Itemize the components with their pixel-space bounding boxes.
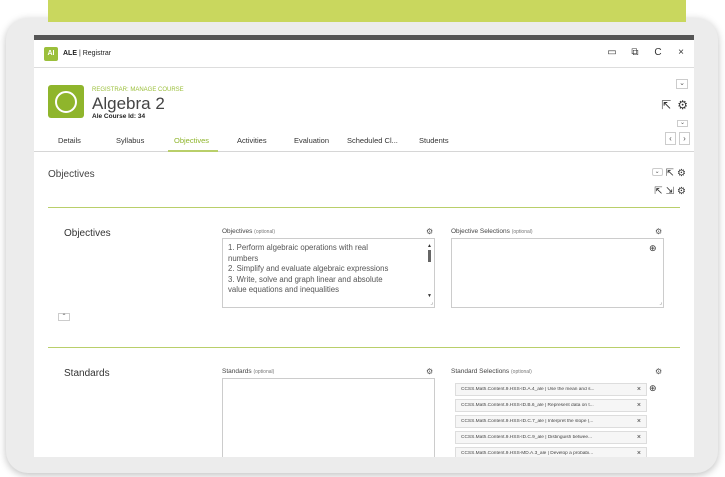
header-actions: ⇱ ⚙ — [661, 98, 688, 112]
close-icon[interactable]: × — [637, 450, 641, 457]
list-item[interactable]: CCSS.Math.Content.9.HSS-ID.A.4_ale | Use… — [455, 383, 647, 396]
section-tools: ⌄ ⇱ ⚙ — [651, 168, 686, 179]
list-item[interactable]: CCSS.Math.Content.9.HSS-ID.C.9_ale | Dis… — [455, 431, 647, 444]
main-content: Objectives ⌄ ⇱ ⚙ ⇱ ⇲ ⚙ Objectives Object… — [34, 152, 694, 457]
objectives-line: 2. Simplify and evaluate algebraic expre… — [228, 264, 389, 273]
close-icon[interactable]: × — [637, 402, 641, 409]
close-icon[interactable]: × — [637, 434, 641, 441]
chevron-down-icon[interactable]: ⌄ — [651, 168, 663, 176]
close-icon[interactable]: × — [637, 418, 641, 425]
tab-details[interactable]: Details — [58, 136, 81, 145]
objective-selections-label: Objective Selections (optional) — [451, 228, 533, 235]
list-item[interactable]: CCSS.Math.Content.9.HSS-ID.C.7_ale | Int… — [455, 415, 647, 428]
close-icon[interactable]: × — [637, 386, 641, 393]
objectives-textarea[interactable]: 1. Perform algebraic operations with rea… — [222, 238, 435, 308]
title-bar: AI ALE | Registrar ▭ ⧉ C × — [34, 40, 694, 68]
gear-icon[interactable]: ⚙ — [426, 227, 433, 236]
tab-students[interactable]: Students — [419, 136, 449, 145]
tab-bar: ⌄ Details Syllabus Objectives Activities… — [34, 120, 694, 152]
close-icon[interactable]: × — [676, 48, 686, 58]
maximize-icon[interactable]: ▭ — [607, 48, 617, 58]
section-tools-secondary: ⇱ ⇲ ⚙ — [654, 186, 686, 197]
tab-activities[interactable]: Activities — [237, 136, 267, 145]
standards-card: Standards Standards (optional) ⚙ Standar… — [48, 347, 680, 457]
share-icon[interactable]: ⇱ — [661, 98, 671, 112]
link-icon[interactable]: ⇲ — [666, 186, 674, 197]
app-logo: AI — [44, 46, 58, 61]
card-title: Standards — [64, 368, 110, 379]
gear-icon[interactable]: ⚙ — [677, 98, 688, 112]
chevron-left-icon[interactable]: ‹ — [665, 132, 676, 145]
objectives-text: 1. Perform algebraic operations with rea… — [228, 243, 416, 296]
resize-handle-icon[interactable]: ⌟ — [430, 299, 433, 306]
objectives-line: 3. Write, solve and graph linear and abs… — [228, 274, 383, 284]
breadcrumb: REGISTRAR: MANAGE COURSE — [92, 87, 184, 93]
standards-textarea[interactable] — [222, 378, 435, 457]
share-icon[interactable]: ⇱ — [666, 168, 674, 179]
chevron-down-icon[interactable]: ⌄ — [676, 79, 688, 89]
objectives-line: value equations and inequalities — [228, 285, 339, 294]
course-header: REGISTRAR: MANAGE COURSE Algebra 2 Ale C… — [34, 70, 694, 132]
standards-label: Standards (optional) — [222, 368, 275, 375]
gear-icon[interactable]: ⚙ — [655, 227, 662, 236]
course-id: Ale Course Id: 34 — [92, 113, 146, 120]
tab-scheduled-classes[interactable]: Scheduled Cl... — [347, 136, 398, 145]
card-title: Objectives — [64, 228, 111, 239]
resize-handle-icon[interactable]: ⌟ — [659, 299, 662, 306]
scrollbar[interactable]: ▲ ▼ — [427, 243, 432, 299]
app-window: AI ALE | Registrar ▭ ⧉ C × REGISTRAR: MA… — [34, 40, 694, 457]
chevron-up-icon[interactable]: ⌃ — [58, 313, 70, 321]
chevron-right-icon[interactable]: › — [679, 132, 690, 145]
gear-icon[interactable]: ⚙ — [677, 168, 686, 179]
refresh-icon[interactable]: C — [653, 48, 663, 58]
gear-icon[interactable]: ⚙ — [677, 186, 686, 197]
chevron-down-icon[interactable]: ⌄ — [677, 120, 688, 127]
list-item[interactable]: CCSS.Math.Content.9.HSS-ID.B.6_ale | Rep… — [455, 399, 647, 412]
objective-selections-box[interactable]: ⌟ — [451, 238, 664, 308]
tab-objectives[interactable]: Objectives — [174, 136, 209, 145]
tab-scroll: ‹ › — [665, 132, 690, 145]
course-icon — [48, 85, 84, 118]
list-item[interactable]: CCSS.Math.Content.9.HSS-MD.A.3_ale | Dev… — [455, 447, 647, 457]
objectives-card: Objectives Objectives (optional) ⚙ 1. Pe… — [48, 207, 680, 322]
standard-selections-list: CCSS.Math.Content.9.HSS-ID.A.4_ale | Use… — [455, 383, 647, 457]
popout-icon[interactable]: ⧉ — [630, 48, 640, 58]
section-title: Objectives — [48, 169, 95, 180]
standard-selections-label: Standard Selections (optional) — [451, 368, 532, 375]
gear-icon[interactable]: ⚙ — [655, 367, 662, 376]
window-controls: ▭ ⧉ C × — [607, 48, 686, 58]
search-icon[interactable]: ⊕ — [649, 243, 657, 254]
share-icon[interactable]: ⇱ — [654, 186, 662, 197]
search-icon[interactable]: ⊕ — [649, 383, 657, 394]
app-title: ALE | Registrar — [63, 50, 112, 57]
tab-evaluation[interactable]: Evaluation — [294, 136, 329, 145]
top-banner — [48, 0, 686, 22]
gear-icon[interactable]: ⚙ — [426, 367, 433, 376]
objectives-label: Objectives (optional) — [222, 228, 276, 235]
objectives-line: 1. Perform algebraic operations with rea… — [228, 243, 368, 252]
objectives-line: numbers — [228, 253, 259, 263]
page-title: Algebra 2 — [92, 94, 165, 113]
tab-syllabus[interactable]: Syllabus — [116, 136, 144, 145]
